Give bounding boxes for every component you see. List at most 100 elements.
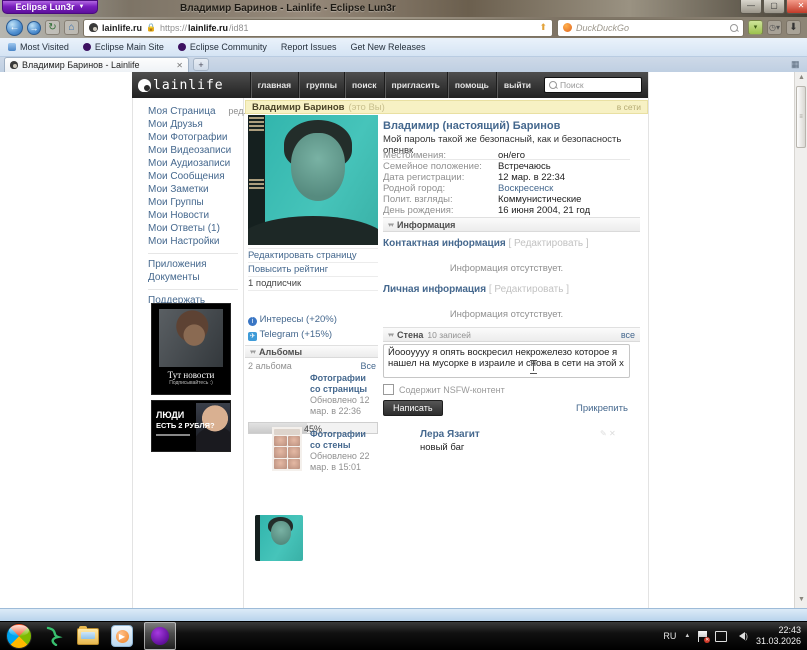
- sidebar-item-news[interactable]: Мои Новости: [148, 209, 238, 222]
- wall-submit-button[interactable]: Написать: [383, 400, 443, 416]
- contact-edit-link[interactable]: [ Редактировать ]: [508, 238, 588, 249]
- nav-logout[interactable]: выйти: [496, 72, 538, 98]
- wall-all-link[interactable]: все: [621, 330, 635, 340]
- sidebar-item-answers[interactable]: Мои Ответы (1): [148, 222, 238, 235]
- profile-full-name: Владимир (настоящий) Баринов: [383, 120, 630, 132]
- bookmark-get-new-releases[interactable]: Get New Releases: [350, 42, 425, 52]
- bookmark-most-visited[interactable]: Most Visited: [8, 42, 69, 52]
- maximize-button[interactable]: ▢: [763, 0, 785, 14]
- scrollbar-thumb[interactable]: ≡: [796, 86, 806, 148]
- taskbar-kali-icon[interactable]: [42, 624, 66, 648]
- wall-header[interactable]: ▾▾ Стена 10 записей все: [383, 327, 640, 342]
- history-menu-button[interactable]: ◷▾: [767, 20, 782, 35]
- sidebar-item-apps[interactable]: Приложения: [148, 258, 238, 271]
- nav-invite[interactable]: пригласить: [384, 72, 447, 98]
- delete-post-icon[interactable]: ✕: [609, 429, 616, 438]
- site-search-input[interactable]: Поиск: [544, 77, 642, 93]
- tab-list-icon[interactable]: ▦: [791, 59, 800, 70]
- nav-groups[interactable]: группы: [298, 72, 344, 98]
- tab-profile[interactable]: Владимир Баринов - Lainlife ✕: [4, 57, 189, 72]
- nav-help[interactable]: помощь: [447, 72, 496, 98]
- info-section-header[interactable]: ▾▾ Информация: [383, 217, 640, 232]
- taskbar-mediaplayer-icon[interactable]: ▶: [110, 624, 134, 648]
- sidebar-edit-link[interactable]: ред.: [228, 105, 246, 118]
- online-status: в сети: [617, 102, 641, 112]
- window-titlebar[interactable]: Eclipse Lun3r ▼ Владимир Баринов - Lainl…: [0, 0, 807, 17]
- nav-search[interactable]: поиск: [344, 72, 384, 98]
- scroll-up-arrow[interactable]: ▲: [797, 74, 806, 81]
- album-thumb-page-photos[interactable]: [255, 515, 303, 561]
- firefox-app-menu-button[interactable]: Eclipse Lun3r ▼: [2, 0, 98, 14]
- sidebar-item-messages[interactable]: Мои Сообщения: [148, 170, 238, 183]
- tab-close-icon[interactable]: ✕: [176, 61, 183, 70]
- post-author-name[interactable]: Лера Язагит: [420, 429, 480, 440]
- albums-all-link[interactable]: Все: [360, 361, 376, 371]
- minimize-button[interactable]: —: [740, 0, 762, 14]
- wall-post-input[interactable]: Йоооуууу я опять воскресил некрожелезо к…: [383, 344, 630, 378]
- start-button[interactable]: [6, 623, 32, 649]
- site-logo[interactable]: lainlife: [138, 78, 224, 93]
- go-arrow-icon[interactable]: ⬆: [539, 22, 547, 33]
- window-bottom-frame: [0, 608, 807, 621]
- taskbar-eclipse-browser-active[interactable]: [144, 622, 176, 650]
- news-banner[interactable]: Тут новости Подписывайтесь :): [151, 303, 231, 395]
- profile-photo[interactable]: [248, 115, 378, 245]
- language-indicator[interactable]: RU: [663, 631, 676, 641]
- search-bar[interactable]: DuckDuckGo: [557, 19, 744, 37]
- home-button[interactable]: ⌂: [64, 20, 79, 35]
- nav-home[interactable]: главная: [250, 72, 299, 98]
- collapse-icon[interactable]: ▾▾: [250, 348, 255, 356]
- taskbar-explorer-icon[interactable]: [76, 624, 100, 648]
- sidebar-item-friends[interactable]: Мои Друзья: [148, 118, 238, 131]
- nsfw-checkbox[interactable]: [383, 384, 394, 395]
- personal-edit-link[interactable]: [ Редактировать ]: [489, 284, 569, 295]
- edit-post-icon[interactable]: ✎: [600, 429, 607, 438]
- boost-rating-link[interactable]: Повысить рейтинг: [248, 262, 378, 276]
- scroll-down-arrow[interactable]: ▼: [797, 596, 806, 603]
- collapse-icon[interactable]: ▾▾: [388, 221, 393, 229]
- back-button[interactable]: ←: [6, 19, 23, 36]
- sidebar-item-documents[interactable]: Документы: [148, 271, 238, 284]
- new-tab-button[interactable]: +: [193, 58, 209, 71]
- album-title[interactable]: Фотографии со стены: [310, 429, 366, 450]
- sidebar-item-my-page[interactable]: Моя Страница ред.: [148, 105, 238, 118]
- wall-attach-link[interactable]: Прикрепить: [576, 403, 628, 414]
- bookmarks-menu-button[interactable]: ▾: [748, 20, 763, 35]
- clock[interactable]: 22:43 31.03.2026: [756, 625, 801, 648]
- ad-banner[interactable]: ЛЮДИ ЕСТЬ 2 РУБЛЯ?: [151, 400, 231, 452]
- subscribers-link[interactable]: 1 подписчик: [248, 276, 378, 291]
- albums-header[interactable]: ▾▾ Альбомы: [245, 345, 378, 358]
- close-button[interactable]: ✕: [786, 0, 807, 14]
- album-title[interactable]: Фотографии со страницы: [310, 373, 367, 394]
- sidebar-menu: Моя Страница ред. Мои Друзья Мои Фотогра…: [148, 105, 238, 307]
- edit-page-link[interactable]: Редактировать страницу: [248, 248, 378, 262]
- bookmark-eclipse-community[interactable]: Eclipse Community: [178, 42, 267, 52]
- downloads-button[interactable]: ⬇: [786, 20, 801, 35]
- sidebar-item-notes[interactable]: Мои Заметки: [148, 183, 238, 196]
- collapse-icon[interactable]: ▾▾: [388, 331, 393, 339]
- bookmark-eclipse-main-site[interactable]: Eclipse Main Site: [83, 42, 164, 52]
- tray-expand-icon[interactable]: ▲: [684, 633, 690, 639]
- volume-icon[interactable]: ): [735, 632, 748, 641]
- url-scheme: https://: [160, 23, 187, 33]
- bookmark-report-issues[interactable]: Report Issues: [281, 42, 337, 52]
- profile-actions: Редактировать страницу Повысить рейтинг …: [248, 248, 378, 291]
- url-bar[interactable]: lainlife.ru 🔒 https:// lainlife.ru /id81…: [83, 19, 553, 37]
- sidebar-item-settings[interactable]: Мои Настройки: [148, 235, 238, 248]
- sidebar-item-groups[interactable]: Мои Группы: [148, 196, 238, 209]
- lain-logo-icon: [138, 79, 151, 92]
- page-scrollbar[interactable]: ▲ ≡ ▼: [794, 72, 807, 608]
- desktop: Eclipse Lun3r ▼ Владимир Баринов - Lainl…: [0, 0, 807, 650]
- boost-interests[interactable]: i Интересы (+20%): [248, 312, 378, 327]
- reload-button[interactable]: ↻: [45, 20, 60, 35]
- album-thumb-wall-photos[interactable]: [272, 427, 302, 471]
- boost-telegram[interactable]: ✈ Telegram (+15%): [248, 327, 378, 342]
- action-center-icon[interactable]: ✕: [698, 631, 707, 642]
- hometown-link[interactable]: Воскресенск: [498, 183, 553, 194]
- search-icon[interactable]: [730, 24, 738, 32]
- sidebar-item-videos[interactable]: Мои Видеозаписи: [148, 144, 238, 157]
- forward-button[interactable]: →: [27, 21, 41, 35]
- sidebar-item-photos[interactable]: Мои Фотографии: [148, 131, 238, 144]
- sidebar-item-audios[interactable]: Мои Аудиозаписи: [148, 157, 238, 170]
- network-icon[interactable]: [715, 631, 727, 642]
